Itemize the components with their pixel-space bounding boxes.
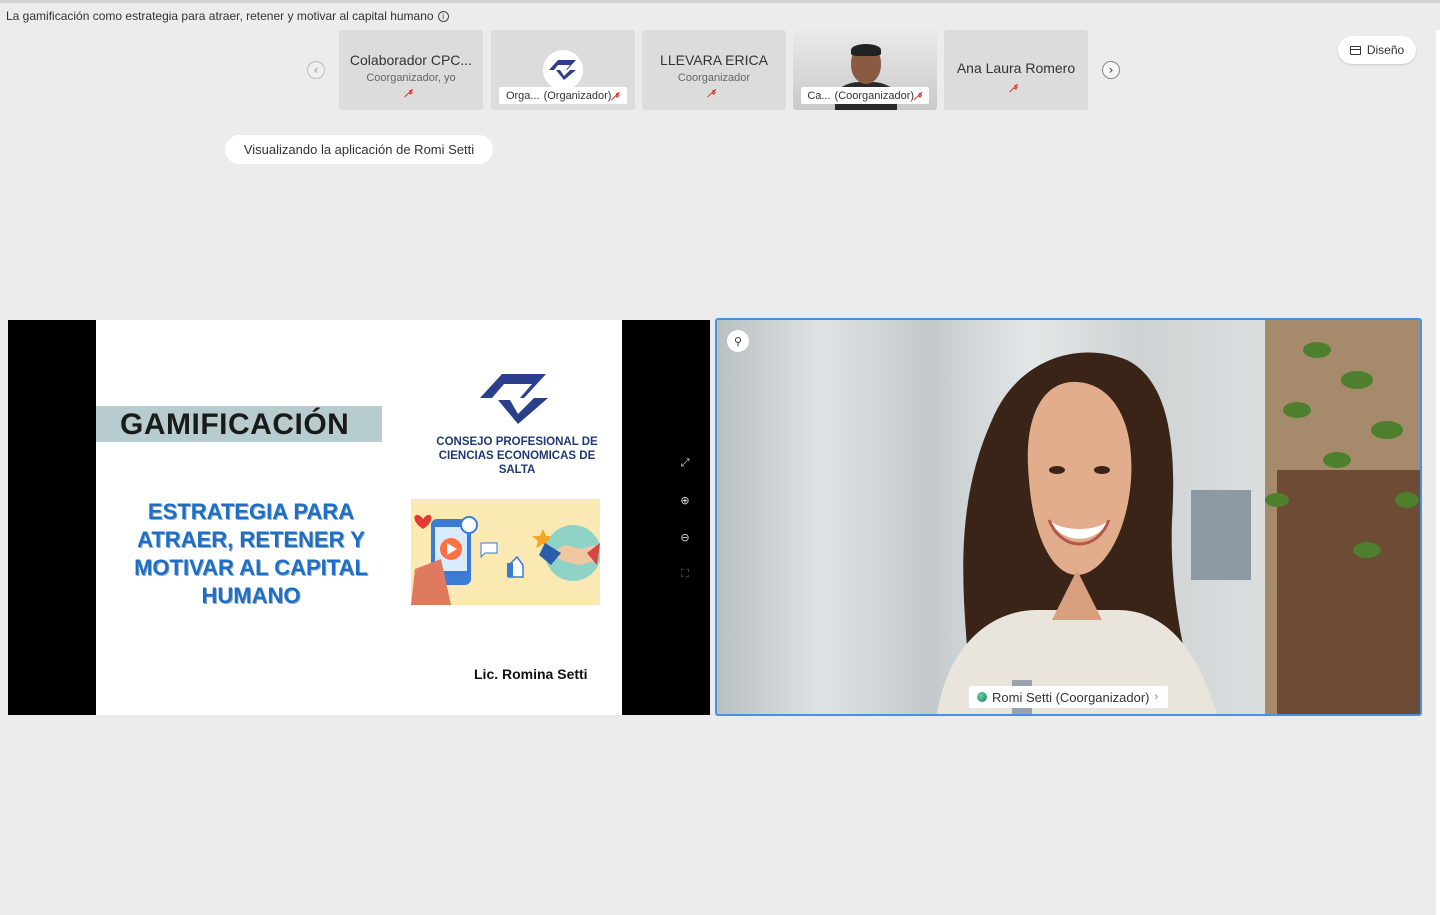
mic-muted-icon: ᶳ̸ bbox=[615, 89, 621, 103]
cpce-logo bbox=[480, 374, 548, 424]
participant-video-tile[interactable]: Ca... (Coorganizador) ᶳ̸ bbox=[793, 30, 937, 110]
participant-name: Colaborador CPC... bbox=[349, 52, 473, 68]
participant-name: LLEVARA ERICA bbox=[660, 52, 768, 68]
info-icon[interactable]: i bbox=[437, 10, 449, 22]
sharing-indicator-text: Visualizando la aplicación de Romi Setti bbox=[243, 142, 475, 157]
participant-name: Ana Laura Romero bbox=[956, 60, 1076, 76]
speaker-video-frame bbox=[717, 320, 1420, 714]
shared-slide: GAMIFICACIÓN ESTRATEGIA PARA ATRAER, RET… bbox=[96, 320, 622, 715]
mic-muted-icon: ᶳ̸ bbox=[1013, 82, 1019, 95]
participant-tile[interactable]: Orga... (Organizador) ᶳ̸ bbox=[491, 30, 635, 110]
status-dot-icon bbox=[977, 692, 987, 702]
cpce-logo-avatar bbox=[543, 50, 583, 90]
zoom-in-icon[interactable]: ⊕ bbox=[678, 493, 692, 507]
expand-icon[interactable]: ⤢ bbox=[678, 456, 692, 470]
active-speaker-video[interactable]: ⚲ Romi Setti (Coorganizador) › bbox=[715, 318, 1422, 716]
chevron-right-icon[interactable]: › bbox=[1102, 61, 1120, 79]
slide-author: Lic. Romina Setti bbox=[474, 666, 588, 682]
meeting-title-text: La gamificación como estrategia para atr… bbox=[6, 9, 434, 23]
chevron-right-icon: › bbox=[1154, 691, 1159, 703]
zoom-out-icon[interactable]: ⊖ bbox=[678, 530, 692, 544]
shared-content-area[interactable]: GAMIFICACIÓN ESTRATEGIA PARA ATRAER, RET… bbox=[8, 320, 710, 715]
participant-label: Ca... (Coorganizador) ᶳ̸ bbox=[801, 87, 929, 104]
slide-subtitle: ESTRATEGIA PARA ATRAER, RETENER Y MOTIVA… bbox=[134, 499, 368, 608]
layout-icon bbox=[1349, 45, 1361, 55]
mic-muted-icon: ᶳ̸ bbox=[408, 87, 414, 100]
slide-org-name: CONSEJO PROFESIONAL DE CIENCIAS ECONOMIC… bbox=[436, 436, 598, 476]
top-border bbox=[0, 0, 1440, 3]
speaker-name: Romi Setti (Coorganizador) bbox=[992, 689, 1150, 705]
layout-button-label: Diseño bbox=[1366, 43, 1405, 57]
speaker-name-label[interactable]: Romi Setti (Coorganizador) › bbox=[969, 686, 1169, 708]
meeting-title: La gamificación como estrategia para atr… bbox=[6, 9, 449, 23]
participant-tile[interactable]: LLEVARA ERICA Coorganizador ᶳ̸ bbox=[642, 30, 786, 110]
participant-role: (Coorganizador) bbox=[834, 89, 915, 102]
participant-role: Coorganizador, yo bbox=[366, 72, 456, 84]
participant-label: Orga... (Organizador) ᶳ̸ bbox=[499, 87, 627, 104]
participant-hair bbox=[851, 44, 881, 56]
right-panel-edge bbox=[1436, 30, 1440, 915]
chevron-left-icon[interactable]: ‹ bbox=[307, 61, 325, 79]
participant-tile[interactable]: Colaborador CPC... Coorganizador, yo ᶳ̸ bbox=[339, 30, 483, 110]
sharing-indicator: Visualizando la aplicación de Romi Setti bbox=[225, 135, 493, 164]
slide-title: GAMIFICACIÓN bbox=[120, 408, 350, 441]
participant-role: (Organizador) bbox=[543, 89, 612, 102]
pin-icon[interactable]: ⚲ bbox=[727, 330, 749, 352]
fit-icon[interactable]: ⛶ bbox=[678, 567, 692, 581]
slide-illustration bbox=[411, 499, 600, 605]
participant-name: Ca... bbox=[807, 89, 831, 102]
participant-tile[interactable]: Ana Laura Romero ᶳ̸ bbox=[944, 30, 1088, 110]
mic-muted-icon: ᶳ̸ bbox=[711, 87, 717, 100]
layout-button[interactable]: Diseño bbox=[1338, 36, 1416, 64]
participant-role: Coorganizador bbox=[677, 72, 751, 84]
participant-name: Orga... bbox=[505, 89, 540, 102]
mic-muted-icon: ᶳ̸ bbox=[918, 89, 923, 103]
